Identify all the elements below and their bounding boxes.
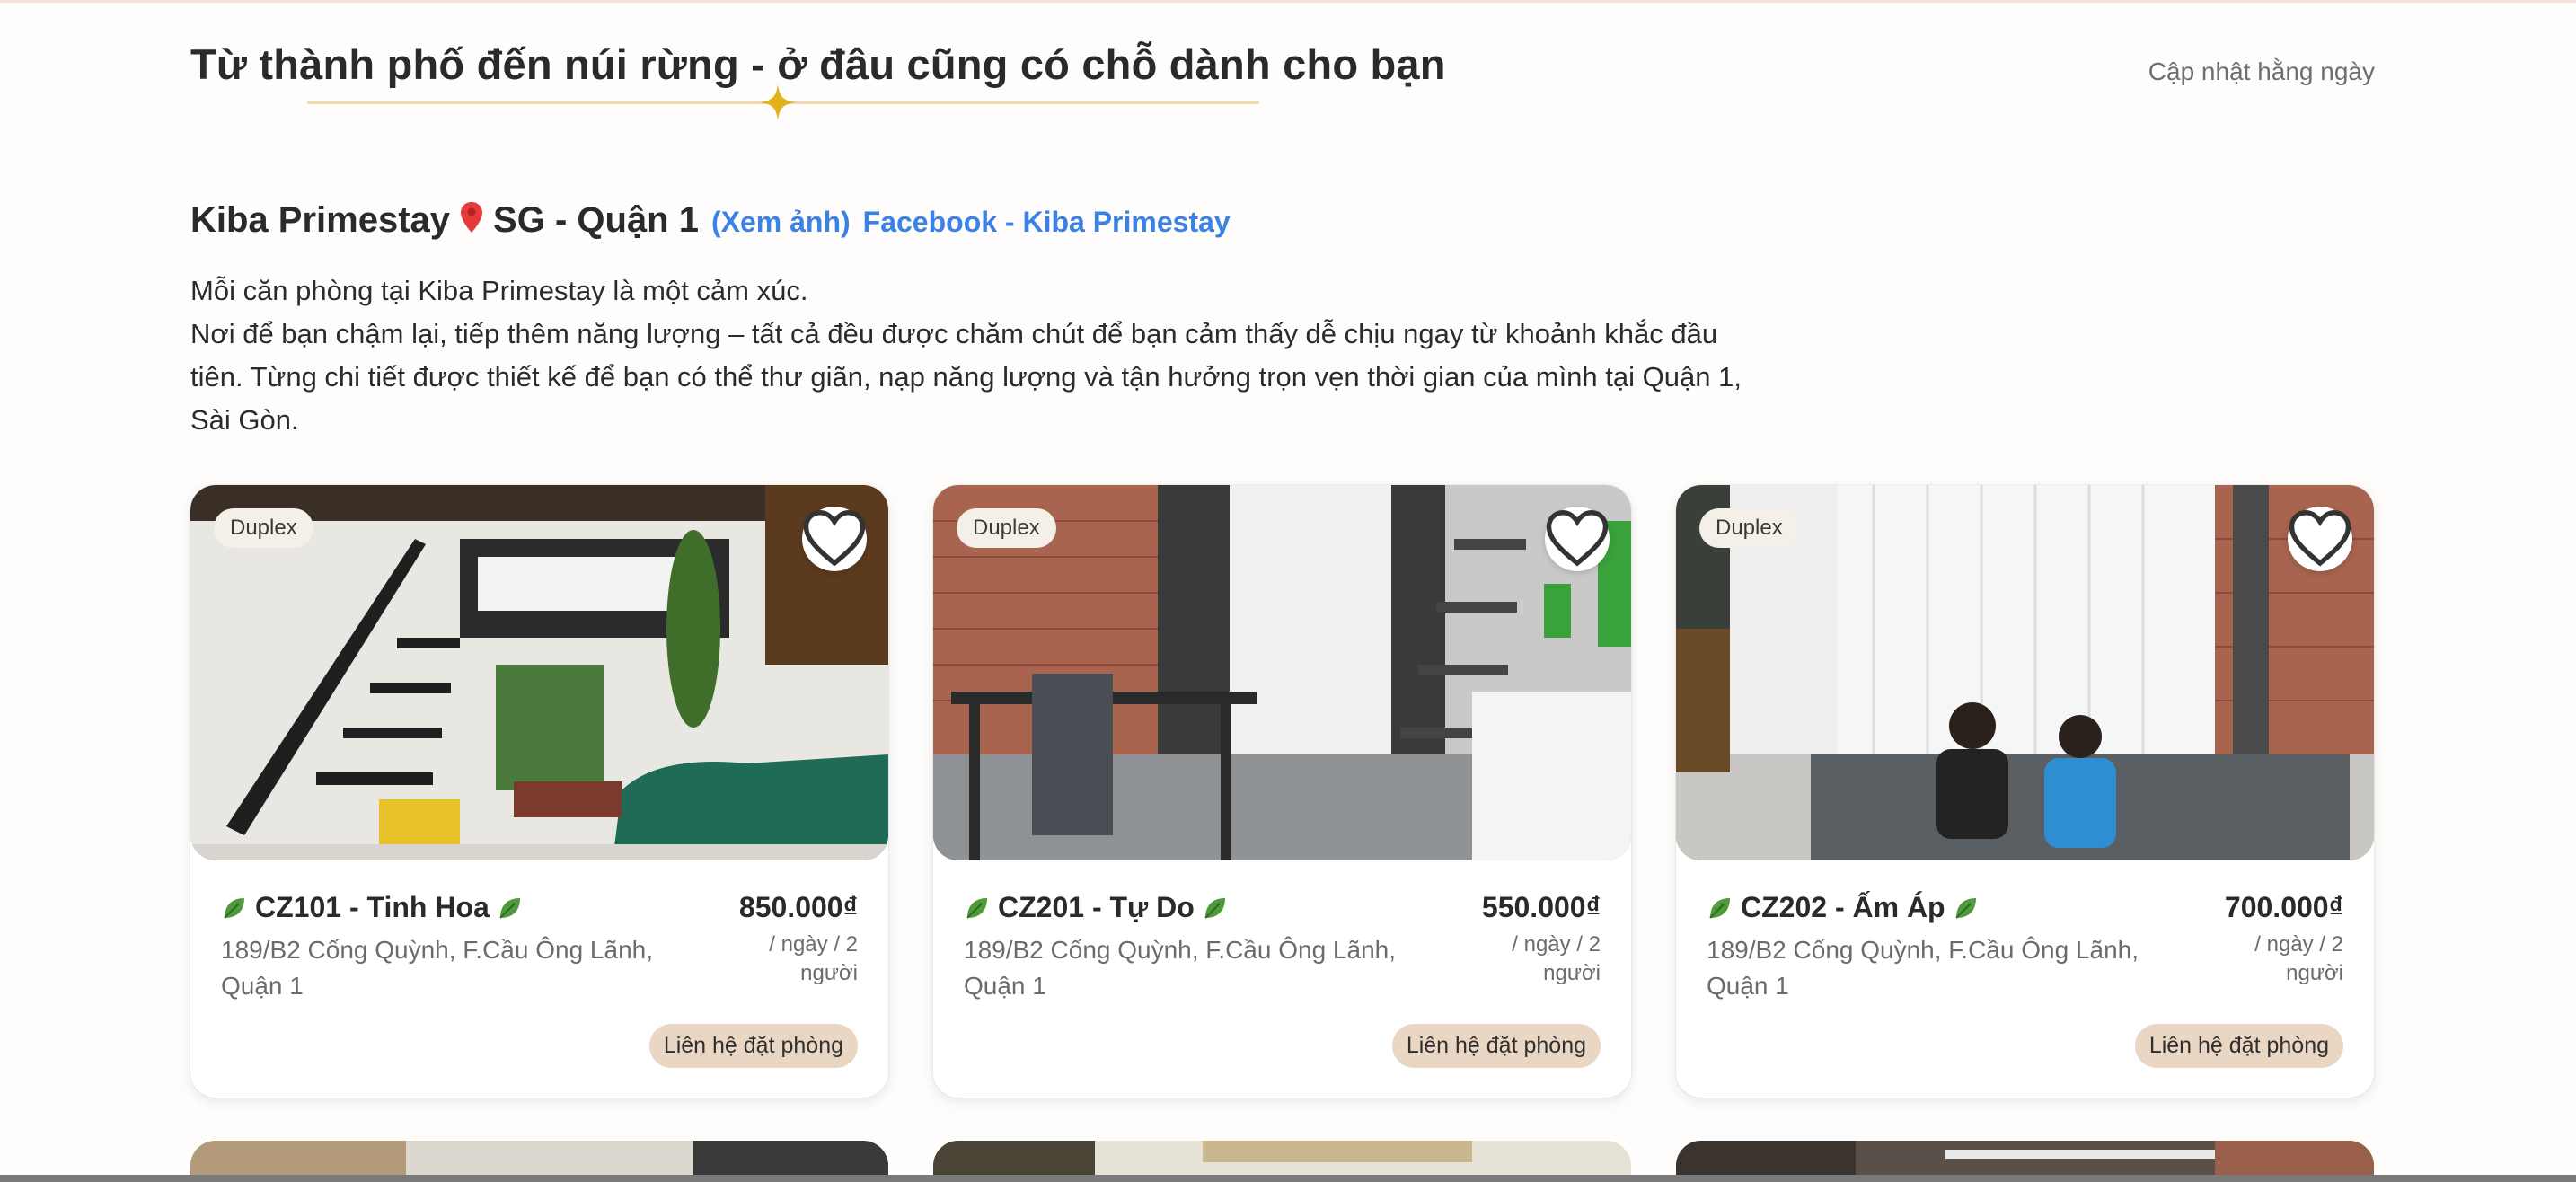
room-name: CZ101 - Tinh Hoa [221, 891, 531, 924]
update-note: Cập nhật hằng ngày [2148, 57, 2375, 85]
room-price: 700.000₫ [2224, 891, 2343, 923]
contact-booking-button[interactable]: Liên hệ đặt phòng [1391, 1024, 1601, 1068]
bottom-edge [0, 1175, 2576, 1182]
room-address: 189/B2 Cống Quỳnh, F.Cầu Ông Lãnh, Quận … [964, 936, 1396, 1000]
heart-icon [803, 510, 866, 567]
top-border [0, 0, 2576, 3]
leaf-icon [224, 897, 244, 919]
room-address: 189/B2 Cống Quỳnh, F.Cầu Ông Lãnh, Quận … [1707, 936, 2139, 1000]
room-name: CZ201 - Tự Do [964, 891, 1236, 924]
section-title: Từ thành phố đến núi rừng - ở đâu cũng c… [190, 40, 1446, 88]
leaf-icon [1709, 897, 1730, 919]
favorite-button[interactable] [2288, 507, 2352, 571]
room-card[interactable]: Duplex CZ101 - Tinh Hoa 189/B2 Cống Quỳn… [190, 485, 888, 1098]
room-card-list: Duplex CZ101 - Tinh Hoa 189/B2 Cống Quỳn… [190, 485, 2375, 1098]
price-unit: / ngày / 2 người [1512, 932, 1601, 985]
venue-description: Mỗi căn phòng tại Kiba Primestay là một … [190, 275, 1742, 436]
favorite-button[interactable] [802, 507, 867, 571]
room-name-text: CZ202 - Ấm Áp [1741, 891, 1945, 923]
price-unit: / ngày / 2 người [2254, 932, 2343, 985]
leaf-icon [499, 897, 520, 919]
leaf-icon [1204, 897, 1225, 919]
room-type-badge: Duplex [214, 508, 313, 548]
room-name: CZ202 - Ấm Áp [1707, 891, 1987, 924]
sparkle-icon [760, 84, 796, 120]
room-photo[interactable]: Duplex [1676, 485, 2374, 860]
favorite-button[interactable] [1545, 507, 1610, 571]
room-price: 550.000₫ [1481, 891, 1601, 923]
heart-icon [2289, 510, 2351, 567]
venue-heading: Kiba Primestay SG - Quận 1 (Xem ảnh) Fac… [190, 199, 2375, 241]
map-pin-icon [461, 202, 483, 233]
room-type-badge: Duplex [957, 508, 1056, 548]
room-photo[interactable]: Duplex [933, 485, 1631, 860]
price-unit: / ngày / 2 người [769, 932, 858, 985]
heart-icon [1546, 510, 1609, 567]
section-header: Từ thành phố đến núi rừng - ở đâu cũng c… [190, 40, 2375, 129]
room-photo[interactable]: Duplex [190, 485, 888, 860]
venue-name: Kiba Primestay [190, 200, 451, 240]
leaf-icon [1954, 897, 1976, 919]
room-price: 850.000₫ [738, 891, 858, 923]
room-name-text: CZ101 - Tinh Hoa [255, 891, 490, 923]
room-card[interactable]: Duplex CZ202 - Ấm Áp 189/B2 Cống Quỳnh, … [1676, 485, 2374, 1098]
room-type-badge: Duplex [1699, 508, 1799, 548]
room-card[interactable]: Duplex CZ201 - Tự Do 189/B2 Cống Quỳnh, … [933, 485, 1631, 1098]
room-address: 189/B2 Cống Quỳnh, F.Cầu Ông Lãnh, Quận … [221, 936, 653, 1000]
contact-booking-button[interactable]: Liên hệ đặt phòng [648, 1024, 858, 1068]
view-photos-link[interactable]: (Xem ảnh) [711, 206, 851, 239]
contact-booking-button[interactable]: Liên hệ đặt phòng [2134, 1024, 2343, 1068]
room-name-text: CZ201 - Tự Do [998, 891, 1195, 923]
venue-area: SG - Quận 1 [493, 200, 699, 240]
facebook-link[interactable]: Facebook - Kiba Primestay [863, 206, 1231, 239]
leaf-icon [966, 897, 987, 919]
